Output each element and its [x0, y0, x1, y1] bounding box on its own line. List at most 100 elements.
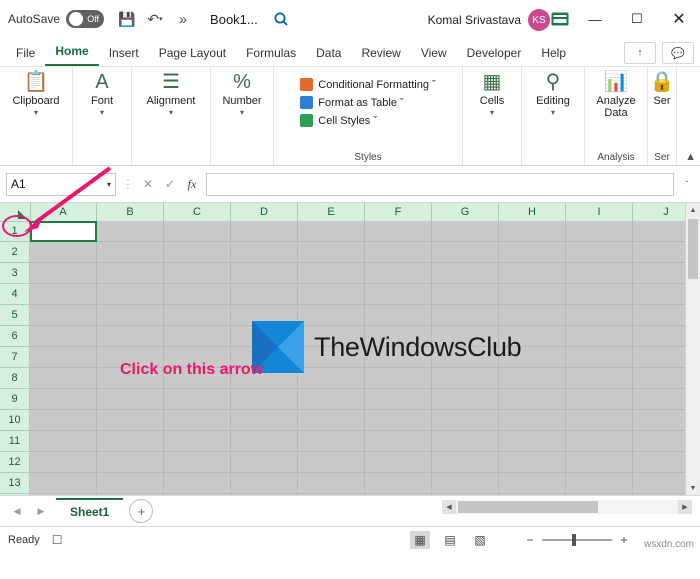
grid-cell-I9[interactable]: [566, 389, 633, 410]
expand-formula-bar-icon[interactable]: ˇ: [680, 174, 694, 195]
grid-cell-F9[interactable]: [365, 389, 432, 410]
grid-cell-D12[interactable]: [231, 452, 298, 473]
add-sheet-button[interactable]: +: [129, 499, 154, 523]
zoom-slider-thumb[interactable]: [572, 534, 576, 546]
grid-cell-C6[interactable]: [164, 326, 231, 347]
horizontal-scroll-track[interactable]: [456, 500, 678, 514]
grid-cell-A3[interactable]: [30, 263, 97, 284]
grid-cell-C2[interactable]: [164, 242, 231, 263]
grid-cell-H10[interactable]: [499, 410, 566, 431]
grid-cell-I5[interactable]: [566, 305, 633, 326]
page-break-view-button[interactable]: ▧: [470, 531, 490, 549]
grid-cell-D9[interactable]: [231, 389, 298, 410]
row-header-4[interactable]: 4: [0, 284, 30, 305]
accessibility-icon[interactable]: ☐: [52, 533, 63, 547]
grid-cell-A2[interactable]: [30, 242, 97, 263]
grid-cell-H13[interactable]: [499, 473, 566, 494]
grid-cell-F13[interactable]: [365, 473, 432, 494]
grid-cell-H4[interactable]: [499, 284, 566, 305]
grid-cell-H3[interactable]: [499, 263, 566, 284]
column-header-c[interactable]: C: [164, 203, 231, 222]
grid-cell-E3[interactable]: [298, 263, 365, 284]
cells-button[interactable]: ▦ Cells ▾: [463, 72, 521, 117]
grid-cell-I2[interactable]: [566, 242, 633, 263]
row-header-9[interactable]: 9: [0, 389, 30, 410]
group-clipboard[interactable]: 📋 Clipboard ▾: [0, 67, 73, 165]
grid-cell-I6[interactable]: [566, 326, 633, 347]
row-header-7[interactable]: 7: [0, 347, 30, 368]
grid-cell-A12[interactable]: [30, 452, 97, 473]
row-header-8[interactable]: 8: [0, 368, 30, 389]
grid-cell-C13[interactable]: [164, 473, 231, 494]
save-icon[interactable]: 💾: [114, 6, 140, 32]
clipboard-caret[interactable]: ▾: [34, 108, 38, 117]
cell-styles-button[interactable]: Cell Styles ˇ: [300, 114, 435, 127]
cells-area[interactable]: TheWindowsClub Click on this arrow: [30, 221, 700, 515]
clipboard-button[interactable]: 📋 Clipboard ▾: [0, 72, 72, 117]
row-header-13[interactable]: 13: [0, 473, 30, 494]
number-button[interactable]: % Number ▾: [211, 72, 273, 117]
group-number[interactable]: % Number ▾: [211, 67, 274, 165]
sheet-prev-icon[interactable]: ◀: [8, 502, 26, 520]
grid-cell-C10[interactable]: [164, 410, 231, 431]
grid-cell-D10[interactable]: [231, 410, 298, 431]
font-button[interactable]: A Font ▾: [73, 72, 131, 117]
maximize-button[interactable]: ☐: [616, 0, 658, 38]
grid-cell-B10[interactable]: [97, 410, 164, 431]
row-header-2[interactable]: 2: [0, 242, 30, 263]
grid-cell-D3[interactable]: [231, 263, 298, 284]
grid-cell-A10[interactable]: [30, 410, 97, 431]
scroll-up-icon[interactable]: ▲: [686, 203, 700, 217]
zoom-slider[interactable]: [542, 534, 612, 546]
grid-cell-D2[interactable]: [231, 242, 298, 263]
grid-cell-E4[interactable]: [298, 284, 365, 305]
grid-cell-F4[interactable]: [365, 284, 432, 305]
search-icon[interactable]: [270, 8, 292, 30]
autosave-toggle[interactable]: Off: [66, 10, 105, 28]
grid-cell-C1[interactable]: [164, 221, 231, 242]
tab-view[interactable]: View: [411, 42, 457, 66]
page-layout-view-button[interactable]: ▤: [440, 531, 460, 549]
tab-home[interactable]: Home: [45, 40, 99, 66]
grid-cell-I8[interactable]: [566, 368, 633, 389]
grid-cell-C9[interactable]: [164, 389, 231, 410]
grid-cell-F10[interactable]: [365, 410, 432, 431]
comments-icon[interactable]: 💬: [662, 42, 694, 64]
grid-cell-G10[interactable]: [432, 410, 499, 431]
cells-caret[interactable]: ▾: [490, 108, 494, 117]
grid-cell-E1[interactable]: [298, 221, 365, 242]
grid-cell-H2[interactable]: [499, 242, 566, 263]
column-header-d[interactable]: D: [231, 203, 298, 222]
analyze-data-button[interactable]: 📊 Analyze Data: [585, 72, 647, 119]
font-caret[interactable]: ▾: [100, 108, 104, 117]
grid-cell-G13[interactable]: [432, 473, 499, 494]
grid-cell-I11[interactable]: [566, 431, 633, 452]
grid-cell-H12[interactable]: [499, 452, 566, 473]
grid-cell-A6[interactable]: [30, 326, 97, 347]
tab-formulas[interactable]: Formulas: [236, 42, 306, 66]
format-as-table-button[interactable]: Format as Table ˇ: [300, 96, 435, 109]
vertical-scrollbar[interactable]: ▲ ▼: [685, 203, 700, 495]
column-header-h[interactable]: H: [499, 203, 566, 222]
grid-cell-B2[interactable]: [97, 242, 164, 263]
grid-cell-I4[interactable]: [566, 284, 633, 305]
tab-data[interactable]: Data: [306, 42, 351, 66]
grid-cell-G4[interactable]: [432, 284, 499, 305]
grid-cell-B6[interactable]: [97, 326, 164, 347]
grid-cell-I12[interactable]: [566, 452, 633, 473]
grid-cell-I10[interactable]: [566, 410, 633, 431]
row-header-5[interactable]: 5: [0, 305, 30, 326]
group-alignment[interactable]: ☰ Alignment ▾: [132, 67, 211, 165]
tab-file[interactable]: File: [6, 42, 45, 66]
close-button[interactable]: ✕: [658, 0, 700, 38]
row-header-10[interactable]: 10: [0, 410, 30, 431]
grid-cell-E13[interactable]: [298, 473, 365, 494]
normal-view-button[interactable]: ▦: [410, 531, 430, 549]
formula-input[interactable]: [206, 172, 674, 196]
user-account[interactable]: Komal Srivastava KS: [428, 9, 550, 31]
row-header-12[interactable]: 12: [0, 452, 30, 473]
group-cells[interactable]: ▦ Cells ▾: [463, 67, 522, 165]
grid-cell-H1[interactable]: [499, 221, 566, 242]
sheet-next-icon[interactable]: ▶: [32, 502, 50, 520]
grid-cell-C11[interactable]: [164, 431, 231, 452]
